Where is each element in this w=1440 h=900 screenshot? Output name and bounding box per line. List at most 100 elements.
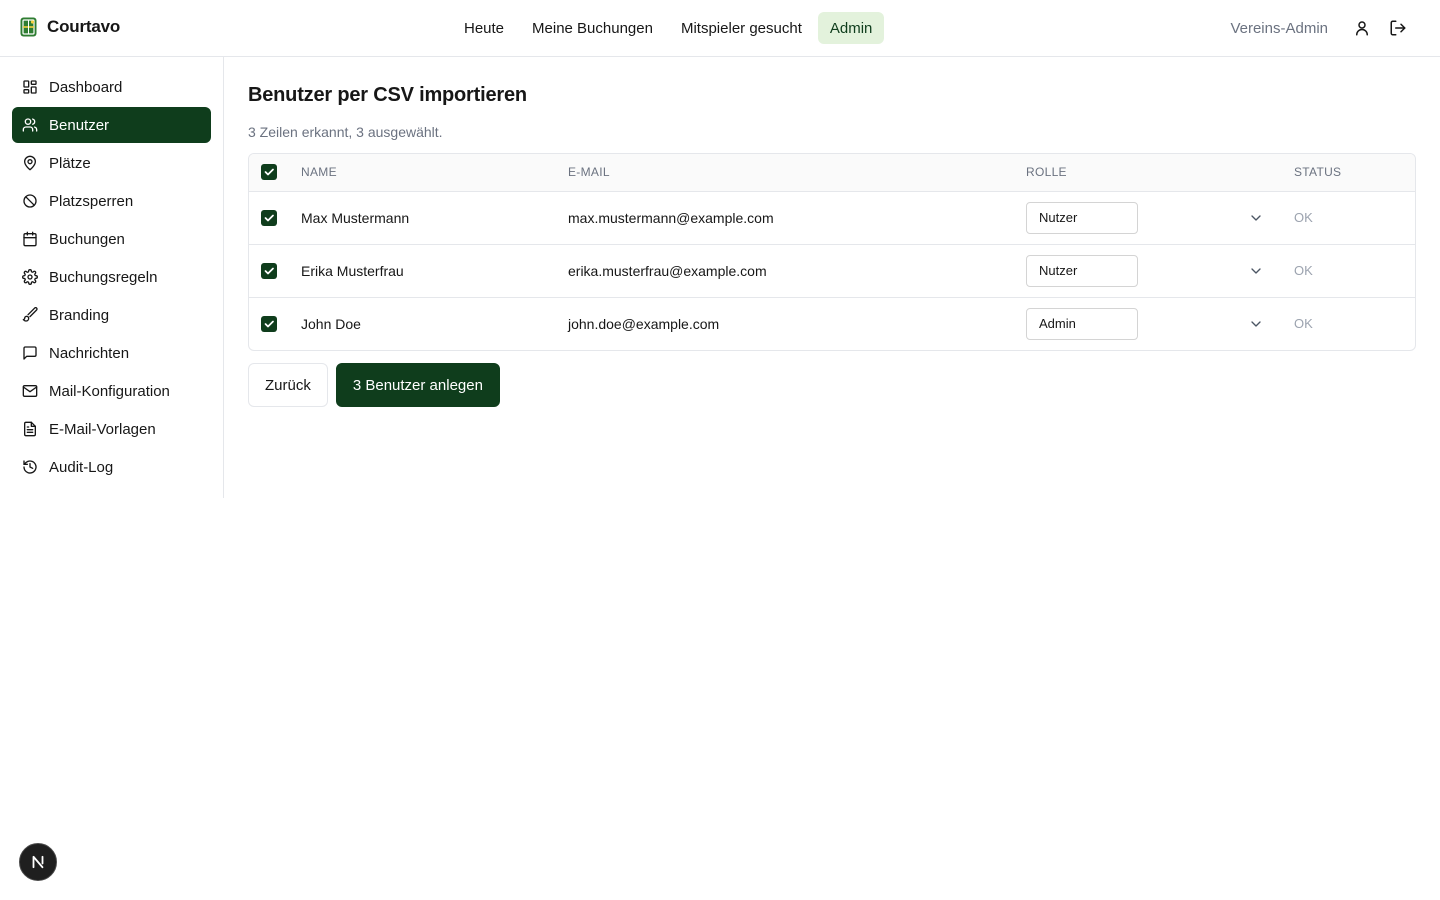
table-row: John Doe john.doe@example.com Admin OK xyxy=(249,297,1415,350)
next-logo-icon xyxy=(32,855,44,869)
role-select[interactable]: Nutzer xyxy=(1026,201,1264,234)
file-text-icon xyxy=(24,421,36,437)
row-role-cell: Nutzer xyxy=(1026,244,1294,297)
sidebar-item-branding[interactable]: Branding xyxy=(12,297,211,333)
row-name: Max Mustermann xyxy=(301,209,410,226)
import-table: NAME E-MAIL ROLLE STATUS Max Mustermann … xyxy=(249,154,1415,350)
topnav-item-admin[interactable]: Admin xyxy=(817,12,885,44)
sidebar-item-platzsperren[interactable]: Platzsperren xyxy=(12,183,211,219)
row-email: erika.musterfrau@example.com xyxy=(568,262,767,279)
sidebar-item-label: E-Mail-Vorlagen xyxy=(49,420,156,438)
create-users-button[interactable]: 3 Benutzer anlegen xyxy=(335,363,500,407)
sidebar-item-e-mail-vorlagen[interactable]: E-Mail-Vorlagen xyxy=(12,411,211,447)
sidebar-item-label: Buchungsregeln xyxy=(49,268,158,286)
table-row: Erika Musterfrau erika.musterfrau@exampl… xyxy=(249,244,1415,297)
row-email: max.mustermann@example.com xyxy=(568,209,774,226)
sidebar-item-dashboard[interactable]: Dashboard xyxy=(12,69,211,105)
sidebar-item-label: Nachrichten xyxy=(49,344,130,362)
column-header-name[interactable]: NAME xyxy=(301,154,568,191)
sidebar-item-label: Plätze xyxy=(49,154,91,172)
sidebar-item-label: Audit-Log xyxy=(49,458,114,476)
row-role-cell: Admin xyxy=(1026,297,1294,350)
row-status: OK xyxy=(1294,210,1313,225)
topnav-item-meine-buchungen[interactable]: Meine Buchungen xyxy=(520,12,665,44)
check-icon xyxy=(264,214,274,221)
check-icon xyxy=(264,320,274,328)
app-name: Courtavo xyxy=(47,17,121,36)
sidebar-item-plaetze[interactable]: Plätze xyxy=(12,145,211,181)
import-table-container: NAME E-MAIL ROLLE STATUS Max Mustermann … xyxy=(248,153,1416,351)
row-checkbox[interactable] xyxy=(261,315,277,332)
sidebar-item-label: Mail-Konfiguration xyxy=(49,382,170,400)
select-all-checkbox[interactable] xyxy=(261,164,277,181)
role-select-value[interactable]: Nutzer xyxy=(1026,254,1138,287)
column-header-role[interactable]: ROLLE xyxy=(1026,154,1294,191)
gear-icon xyxy=(22,269,38,285)
sidebar-item-buchungen[interactable]: Buchungen xyxy=(12,221,211,257)
calendar-icon xyxy=(23,231,37,247)
mail-icon xyxy=(22,385,38,397)
row-checkbox[interactable] xyxy=(261,262,277,279)
brush-icon xyxy=(22,307,38,322)
column-header-email[interactable]: E-MAIL xyxy=(568,154,1026,191)
check-icon xyxy=(264,267,274,274)
role-select[interactable]: Admin xyxy=(1026,307,1264,340)
logout-icon xyxy=(1390,20,1406,36)
sidebar-item-label: Branding xyxy=(49,306,110,324)
user-icon xyxy=(1356,21,1368,36)
top-navigation: Heute Meine Buchungen Mitspieler gesucht… xyxy=(452,12,885,44)
map-pin-icon xyxy=(24,155,36,171)
row-select-cell xyxy=(249,244,301,297)
row-role-cell: Nutzer xyxy=(1026,191,1294,244)
table-row: Max Mustermann max.mustermann@example.co… xyxy=(249,191,1415,244)
row-select-cell xyxy=(249,297,301,350)
row-name: Erika Musterfrau xyxy=(301,262,404,279)
back-button[interactable]: Zurück xyxy=(248,363,328,407)
role-select-value[interactable]: Admin xyxy=(1026,307,1138,340)
table-header-row: NAME E-MAIL ROLLE STATUS xyxy=(249,154,1415,191)
row-select-cell xyxy=(249,191,301,244)
history-icon xyxy=(23,460,37,474)
topnav-item-mitspieler-gesucht[interactable]: Mitspieler gesucht xyxy=(669,12,814,44)
users-icon xyxy=(22,118,38,132)
brand[interactable]: Courtavo xyxy=(20,17,120,37)
user-role-label: Vereins-Admin xyxy=(1230,19,1328,37)
logout-button[interactable] xyxy=(1382,12,1414,44)
check-icon xyxy=(264,168,274,176)
sidebar-item-label: Buchungen xyxy=(49,230,125,248)
message-icon xyxy=(23,346,37,360)
sidebar-item-mail-konfiguration[interactable]: Mail-Konfiguration xyxy=(12,373,211,409)
user-area: Vereins-Admin xyxy=(1230,12,1414,44)
page-title: Benutzer per CSV importieren xyxy=(248,84,527,106)
sidebar-item-audit-log[interactable]: Audit-Log xyxy=(12,449,211,485)
chevron-down-icon[interactable] xyxy=(1248,263,1264,279)
dev-tools-badge[interactable] xyxy=(19,843,57,881)
row-checkbox[interactable] xyxy=(261,209,277,226)
sidebar-item-label: Dashboard xyxy=(49,78,123,96)
role-select[interactable]: Nutzer xyxy=(1026,254,1264,287)
dashboard-icon xyxy=(23,80,37,94)
chevron-down-icon[interactable] xyxy=(1248,210,1264,226)
import-summary: 3 Zeilen erkannt, 3 ausgewählt. xyxy=(248,124,443,140)
sidebar-item-benutzer[interactable]: Benutzer xyxy=(12,107,211,143)
main-content: Benutzer per CSV importieren 3 Zeilen er… xyxy=(248,57,1416,407)
topnav-item-heute[interactable]: Heute xyxy=(452,12,516,44)
sidebar-item-label: Benutzer xyxy=(49,116,110,134)
header-select-cell xyxy=(249,154,301,191)
role-select-value[interactable]: Nutzer xyxy=(1026,201,1138,234)
row-name: John Doe xyxy=(301,315,361,332)
ban-icon xyxy=(23,194,37,208)
sidebar-item-nachrichten[interactable]: Nachrichten xyxy=(12,335,211,371)
sidebar: Dashboard Benutzer Plätze Platzsperren B… xyxy=(0,57,224,498)
sidebar-item-label: Platzsperren xyxy=(49,192,134,210)
row-status: OK xyxy=(1294,263,1313,278)
tennis-court-icon xyxy=(20,17,37,37)
chevron-down-icon[interactable] xyxy=(1248,316,1264,332)
profile-button[interactable] xyxy=(1346,12,1378,44)
sidebar-item-buchungsregeln[interactable]: Buchungsregeln xyxy=(12,259,211,295)
top-bar: Courtavo Heute Meine Buchungen Mitspiele… xyxy=(0,0,1440,57)
column-header-status[interactable]: STATUS xyxy=(1294,154,1415,191)
row-email: john.doe@example.com xyxy=(568,315,720,332)
form-actions: Zurück 3 Benutzer anlegen xyxy=(248,363,1416,407)
row-status: OK xyxy=(1294,316,1313,332)
